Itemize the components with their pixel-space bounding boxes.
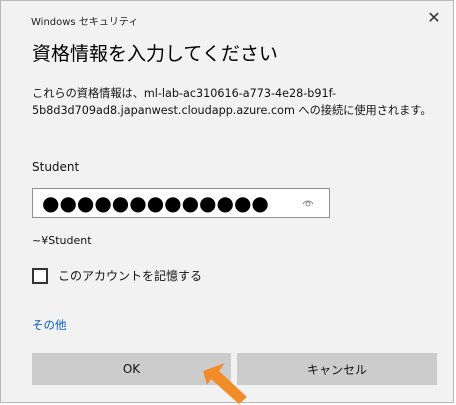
remember-label: このアカウントを記憶する [58,269,203,283]
close-icon[interactable]: ✕ [425,9,443,27]
ok-button[interactable]: OK [32,353,231,385]
remember-checkbox[interactable] [32,267,48,284]
password-field[interactable]: ●●●●●●●●●●●●● [32,188,330,218]
cancel-button[interactable]: キャンセル [237,353,437,385]
title-bar: Windows セキュリティ ✕ [1,1,453,31]
dialog-heading: 資格情報を入力してください [32,43,278,65]
credentials-dialog: Windows セキュリティ ✕ 資格情報を入力してください これらの資格情報は… [0,0,454,404]
username-label: Student [32,160,80,174]
window-title: Windows セキュリティ [31,17,139,28]
domain-label: ~¥Student [32,234,92,247]
eye-icon[interactable] [301,196,315,210]
more-choices-link[interactable]: その他 [32,317,67,333]
dialog-description: これらの資格情報は、ml-lab-ac310616-a773-4e28-b91f… [32,87,432,117]
password-masked-value: ●●●●●●●●●●●●● [42,191,269,215]
remember-account-option[interactable]: このアカウントを記憶する [32,267,202,284]
